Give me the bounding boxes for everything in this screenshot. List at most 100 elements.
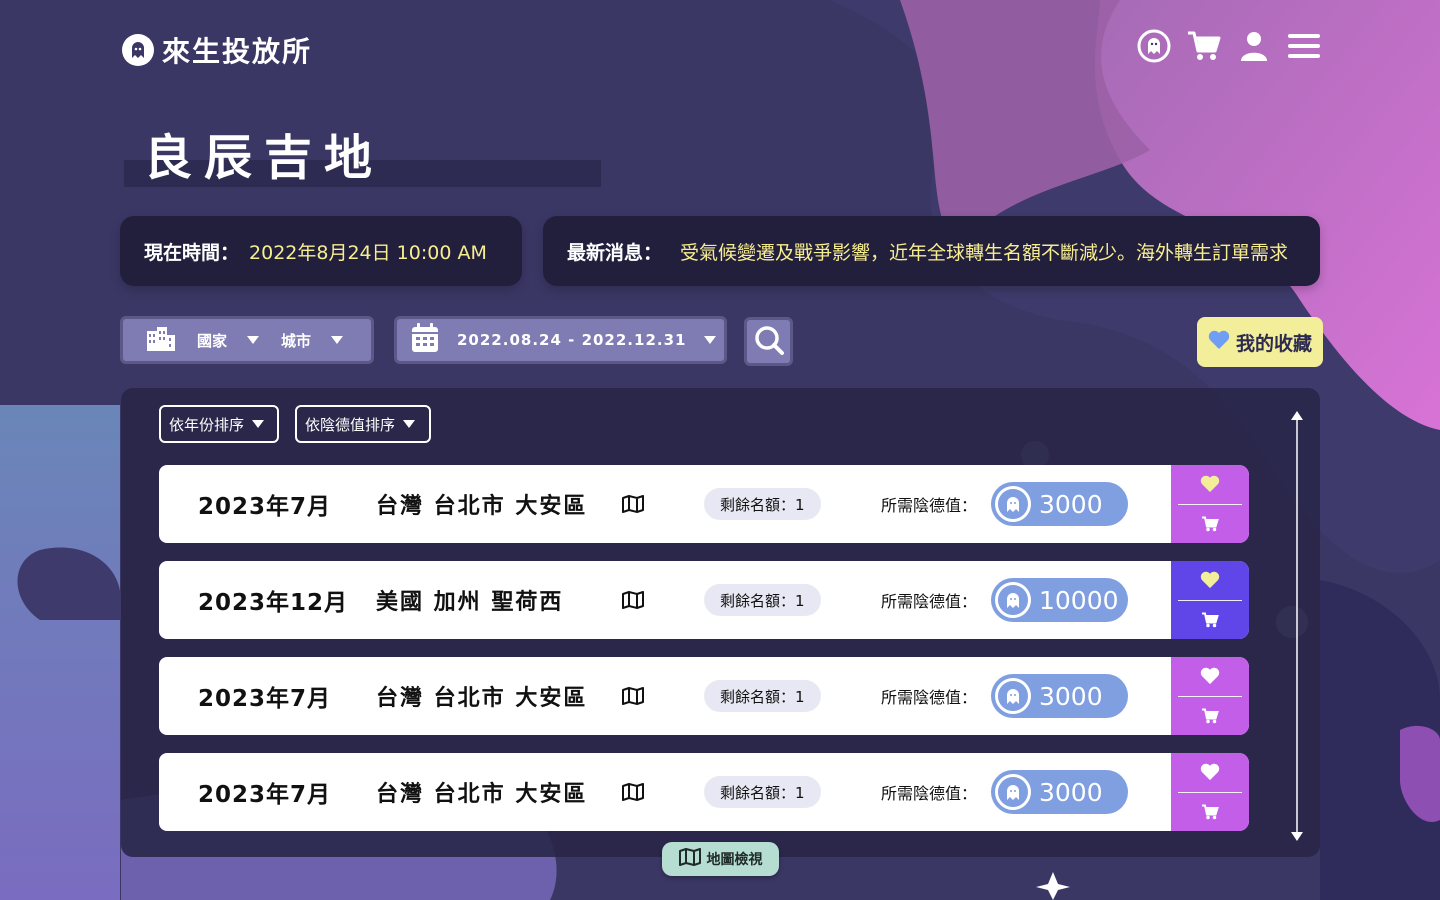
cart-icon: [1202, 708, 1219, 723]
map-icon[interactable]: [622, 591, 644, 613]
heart-icon: [1200, 475, 1220, 493]
city-caret-icon: [331, 336, 344, 344]
current-time-value: 2022年8月24日 10:00 AM: [249, 241, 487, 264]
add-to-favorites-button[interactable]: [1171, 465, 1249, 504]
row-actions: [1171, 657, 1249, 735]
row-actions: [1171, 561, 1249, 639]
action-divider: [1178, 695, 1242, 697]
header-icons: [1136, 28, 1322, 64]
country-label: 國家: [197, 331, 228, 350]
search-icon: [753, 324, 785, 360]
virtue-cost-value: 3000: [1039, 489, 1103, 519]
listing-location: 美國 加州 聖荷西: [376, 590, 564, 615]
current-time-box: 現在時間： 2022年8月24日 10:00 AM: [120, 216, 522, 286]
listing-location: 台灣 台北市 大安區: [376, 782, 588, 807]
country-select[interactable]: 國家: [197, 330, 260, 351]
required-virtue-label: 所需陰德值：: [881, 688, 978, 707]
remaining-quota: 剩餘名額：1: [704, 776, 821, 808]
required-virtue-label: 所需陰德值：: [881, 592, 978, 611]
brand-name: 來生投放所: [162, 35, 313, 68]
my-favorites-label: 我的收藏: [1235, 332, 1312, 355]
map-icon[interactable]: [622, 687, 644, 709]
search-button[interactable]: [744, 317, 793, 366]
virtue-cost-value: 3000: [1039, 681, 1103, 711]
date-caret-icon: [704, 336, 717, 344]
virtue-cost-value: 3000: [1039, 777, 1103, 807]
map-icon[interactable]: [622, 783, 644, 805]
action-divider: [1178, 791, 1242, 793]
virtue-cost-badge: 3000: [991, 482, 1128, 526]
sort-by-virtue-button[interactable]: 依陰德值排序: [295, 405, 431, 443]
remaining-quota: 剩餘名額：1: [704, 488, 821, 520]
ghost-coin-icon: [995, 486, 1031, 522]
sort-by-year-button[interactable]: 依年份排序: [159, 405, 279, 443]
sort-virtue-caret-icon: [403, 420, 416, 428]
listing-row[interactable]: 2023年7月 台灣 台北市 大安區 剩餘名額：1 所需陰德值： 3000: [159, 753, 1249, 831]
listing-date: 2023年7月: [198, 494, 332, 520]
heart-icon: [1208, 330, 1230, 355]
ghost-logo-icon: [122, 34, 154, 66]
city-label: 城市: [281, 331, 312, 350]
required-virtue-label: 所需陰德值：: [881, 496, 978, 515]
ghost-coin-icon: [995, 582, 1031, 618]
user-icon[interactable]: [1236, 28, 1272, 64]
ghost-coin-icon[interactable]: [1136, 28, 1172, 64]
calendar-icon: [411, 323, 439, 357]
map-view-label: 地圖檢視: [706, 852, 763, 868]
my-favorites-button[interactable]: 我的收藏: [1197, 317, 1323, 367]
action-divider: [1178, 503, 1242, 505]
sort-by-year-label: 依年份排序: [169, 415, 245, 434]
cart-icon[interactable]: [1186, 28, 1222, 64]
listing-row[interactable]: 2023年7月 台灣 台北市 大安區 剩餘名額：1 所需陰德值： 3000: [159, 657, 1249, 735]
listing-row[interactable]: 2023年7月 台灣 台北市 大安區 剩餘名額：1 所需陰德值： 3000: [159, 465, 1249, 543]
virtue-cost-value: 10000: [1039, 585, 1119, 615]
country-caret-icon: [247, 336, 260, 344]
virtue-cost-badge: 3000: [991, 674, 1128, 718]
building-icon: [145, 325, 177, 355]
add-to-cart-button[interactable]: [1171, 505, 1249, 544]
add-to-favorites-button[interactable]: [1171, 657, 1249, 696]
cart-icon: [1202, 612, 1219, 627]
ghost-coin-icon: [995, 678, 1031, 714]
add-to-cart-button[interactable]: [1171, 793, 1249, 832]
heart-icon: [1200, 763, 1220, 781]
virtue-cost-badge: 10000: [991, 578, 1128, 622]
listing-date: 2023年7月: [198, 782, 332, 808]
menu-icon[interactable]: [1286, 28, 1322, 64]
heart-icon: [1200, 667, 1220, 685]
ghost-coin-icon: [995, 774, 1031, 810]
cart-icon: [1202, 516, 1219, 531]
date-range-value: 2022.08.24 - 2022.12.31: [457, 331, 687, 349]
virtue-cost-badge: 3000: [991, 770, 1128, 814]
latest-news-box[interactable]: 最新消息： 受氣候變遷及戰爭影響，近年全球轉生名額不斷減少。海外轉生訂單需求: [543, 216, 1320, 286]
listing-date: 2023年12月: [198, 590, 349, 616]
remaining-quota: 剩餘名額：1: [704, 680, 821, 712]
heart-icon: [1200, 571, 1220, 589]
map-icon: [678, 848, 701, 870]
latest-news-label: 最新消息：: [567, 241, 663, 264]
page-title-block: 良辰吉地: [124, 118, 601, 188]
map-icon[interactable]: [622, 495, 644, 517]
listing-date: 2023年7月: [198, 686, 332, 712]
sort-year-caret-icon: [252, 420, 265, 428]
latest-news-ticker: 受氣候變遷及戰爭影響，近年全球轉生名額不斷減少。海外轉生訂單需求: [680, 241, 1289, 264]
add-to-cart-button[interactable]: [1171, 697, 1249, 736]
add-to-cart-button[interactable]: [1171, 601, 1249, 640]
date-range-filter[interactable]: 2022.08.24 - 2022.12.31: [394, 316, 727, 364]
sort-by-virtue-label: 依陰德值排序: [305, 415, 396, 434]
listing-location: 台灣 台北市 大安區: [376, 686, 588, 711]
brand-logo[interactable]: 來生投放所: [122, 30, 312, 70]
add-to-favorites-button[interactable]: [1171, 753, 1249, 792]
row-actions: [1171, 465, 1249, 543]
row-actions: [1171, 753, 1249, 831]
remaining-quota: 剩餘名額：1: [704, 584, 821, 616]
city-select[interactable]: 城市: [281, 330, 344, 351]
required-virtue-label: 所需陰德值：: [881, 784, 978, 803]
action-divider: [1178, 599, 1242, 601]
map-view-button[interactable]: 地圖檢視: [662, 842, 779, 876]
list-scrollbar[interactable]: [1290, 410, 1304, 844]
add-to-favorites-button[interactable]: [1171, 561, 1249, 600]
page-title: 良辰吉地: [144, 130, 385, 186]
listing-row[interactable]: 2023年12月 美國 加州 聖荷西 剩餘名額：1 所需陰德值： 10000: [159, 561, 1249, 639]
listing-location: 台灣 台北市 大安區: [376, 494, 588, 519]
